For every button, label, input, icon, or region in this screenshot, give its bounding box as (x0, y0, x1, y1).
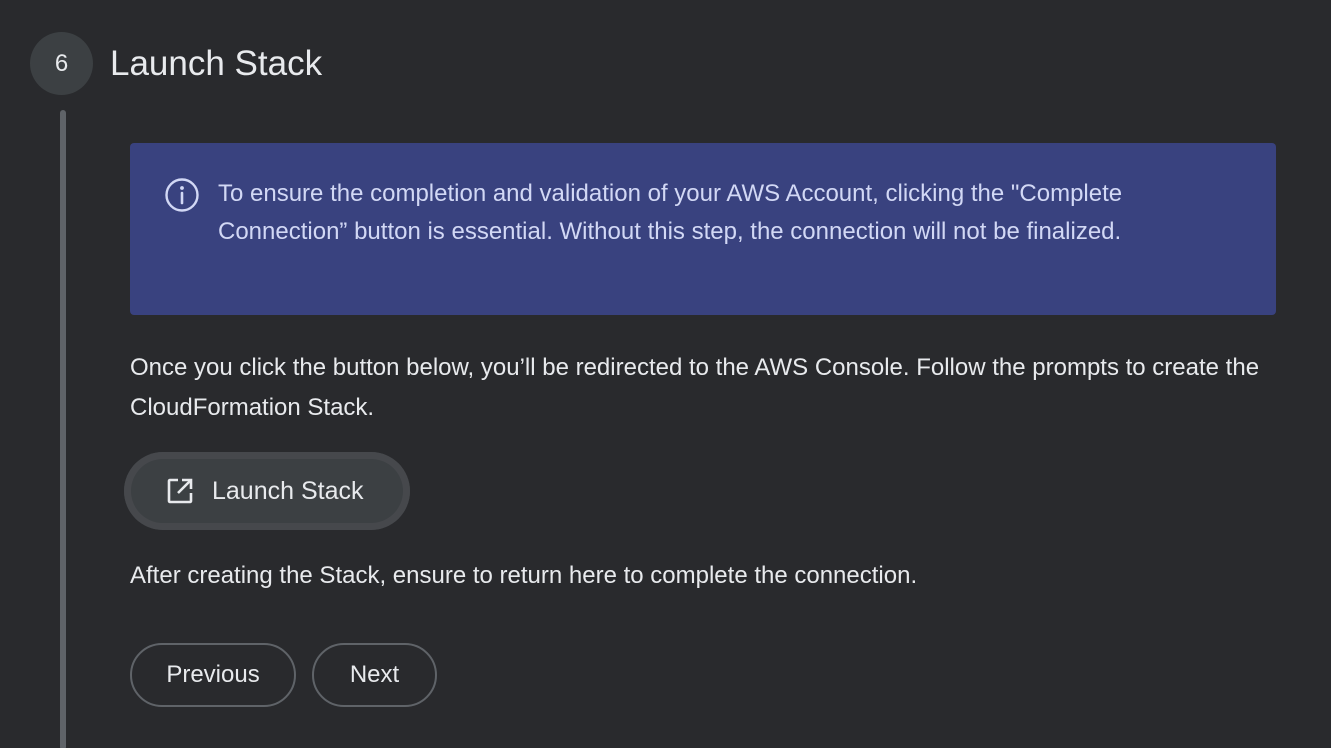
info-banner: To ensure the completion and validation … (130, 143, 1276, 315)
open-in-new-icon (167, 478, 193, 504)
step-number-badge: 6 (30, 32, 93, 95)
step-connector-line (60, 110, 66, 748)
next-button-label: Next (349, 661, 400, 688)
previous-button-label: Previous (166, 661, 260, 688)
stepper-page: 6 Launch Stack To ensure the completion … (0, 0, 1331, 748)
info-icon (165, 178, 199, 212)
step-number: 6 (54, 49, 69, 77)
info-banner-text: To ensure the completion and validation … (218, 180, 1123, 245)
launch-stack-button-label: Launch Stack (212, 476, 364, 505)
after-text: After creating the Stack, ensure to retu… (130, 562, 918, 589)
step-title: Launch Stack (110, 44, 323, 83)
next-button[interactable]: Next (312, 643, 437, 707)
intro-text: Once you click the button below, you’ll … (130, 354, 1260, 421)
previous-button[interactable]: Previous (130, 643, 296, 707)
launch-stack-button[interactable]: Launch Stack (124, 452, 410, 530)
